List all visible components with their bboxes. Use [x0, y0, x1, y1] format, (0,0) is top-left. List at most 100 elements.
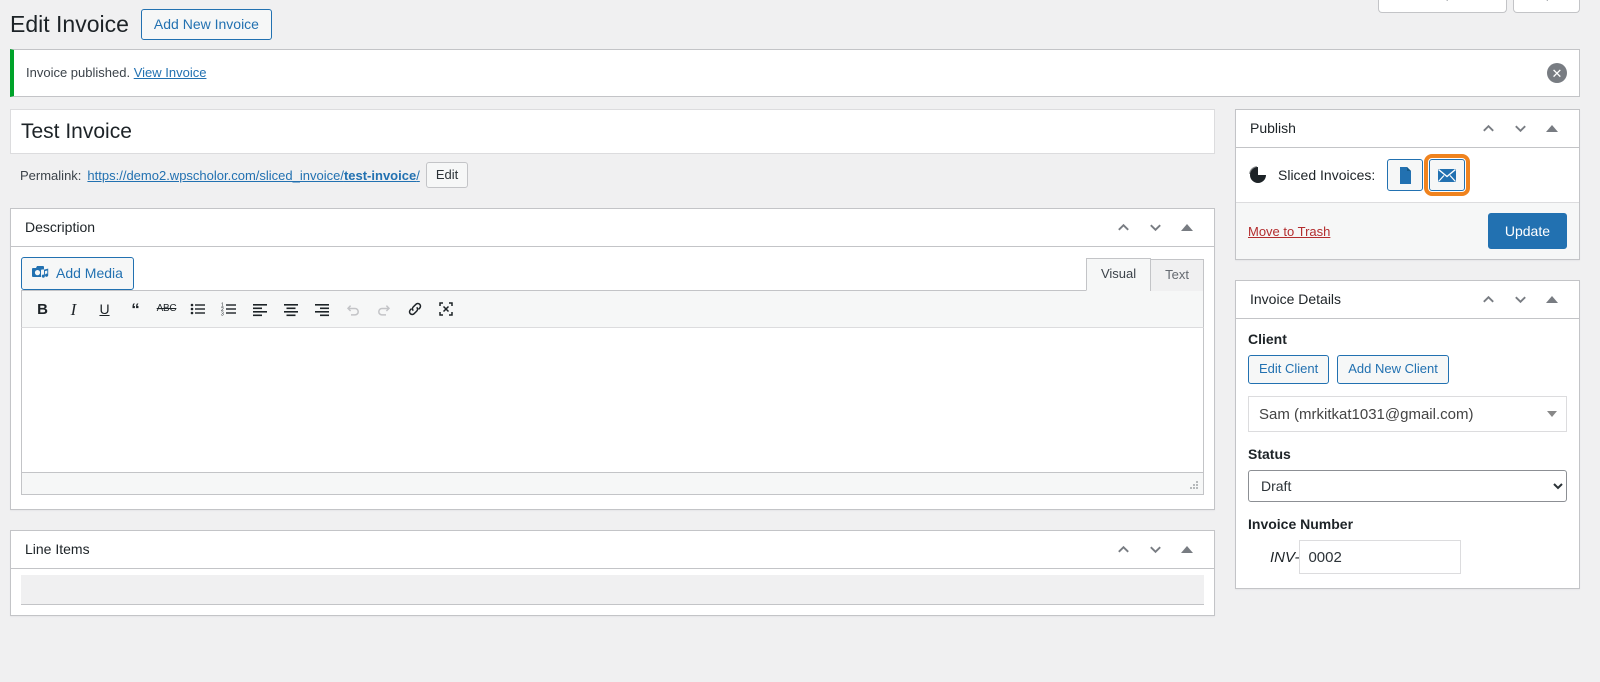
invoice-details-postbox: Invoice Details Client Edit Client Add N… [1235, 280, 1580, 589]
client-select-value: Sam (mrkitkat1031@gmail.com) [1259, 405, 1474, 423]
invoice-prefix-label: INV- [1270, 548, 1300, 566]
publish-actions-row: Move to Trash Update [1236, 203, 1579, 259]
align-right-icon[interactable] [307, 295, 336, 323]
sliced-invoices-row: Sliced Invoices: [1236, 148, 1579, 203]
line-items-postbox-title: Line Items [25, 540, 90, 557]
svg-text:3: 3 [221, 312, 224, 318]
notice-text: Invoice published. View Invoice [26, 63, 206, 83]
published-notice: Invoice published. View Invoice ✕ [10, 49, 1580, 97]
email-invoice-button[interactable] [1424, 154, 1471, 196]
notice-message: Invoice published. [26, 65, 131, 81]
client-label: Client [1248, 331, 1287, 347]
invoice-details-body: Client Edit Client Add New Client Sam (m… [1236, 319, 1579, 588]
bold-icon[interactable]: B [28, 295, 57, 323]
view-invoice-link[interactable]: View Invoice [134, 65, 207, 80]
add-new-client-button[interactable]: Add New Client [1337, 355, 1449, 384]
editor-tools: Add Media Visual Text [11, 247, 1214, 291]
chevron-down-icon: ▼ [1486, 0, 1496, 5]
publish-handle-actions [1473, 114, 1567, 144]
description-editor: Add Media Visual Text B I U “ ABC 1 2 3 [11, 247, 1214, 495]
numbered-list-icon[interactable]: 123 [214, 295, 243, 323]
chevron-down-icon: ▼ [1559, 0, 1569, 5]
invoice-number-label: Invoice Number [1248, 516, 1354, 532]
toggle-panel-icon[interactable] [1537, 114, 1567, 144]
close-icon[interactable]: ✕ [1547, 63, 1567, 83]
chevron-down-icon [1547, 411, 1557, 417]
publish-body: Sliced Invoices: Move to Trash Update [1236, 148, 1579, 259]
undo-icon[interactable] [338, 295, 367, 323]
description-handle-actions [1108, 213, 1202, 243]
update-button[interactable]: Update [1487, 213, 1567, 249]
invoice-number-row: INV- [1248, 540, 1567, 574]
line-items-body [11, 575, 1214, 615]
line-items-handle-actions [1108, 535, 1202, 565]
editor-content-area[interactable] [21, 328, 1204, 473]
fullscreen-icon[interactable] [431, 295, 460, 323]
strikethrough-icon[interactable]: ABC [152, 295, 181, 323]
move-up-icon[interactable] [1108, 535, 1138, 565]
resize-handle-icon [1190, 481, 1198, 489]
toggle-panel-icon[interactable] [1172, 535, 1202, 565]
line-items-table-header [21, 575, 1204, 605]
client-select[interactable]: Sam (mrkitkat1031@gmail.com) [1248, 396, 1567, 432]
screen-options-label: Screen Options [1391, 0, 1481, 5]
add-new-invoice-button[interactable]: Add New Invoice [140, 9, 272, 40]
media-icon [30, 263, 50, 283]
invoice-title-input[interactable] [10, 109, 1215, 154]
italic-icon[interactable]: I [59, 295, 88, 323]
move-down-icon[interactable] [1505, 114, 1535, 144]
invoice-details-postbox-header: Invoice Details [1236, 281, 1579, 319]
move-up-icon[interactable] [1473, 114, 1503, 144]
toggle-panel-icon[interactable] [1172, 213, 1202, 243]
page-header: Edit Invoice Add New Invoice [0, 0, 1600, 44]
line-items-postbox-header: Line Items [11, 531, 1214, 569]
underline-icon[interactable]: U [90, 295, 119, 323]
sliced-invoices-label: Sliced Invoices: [1278, 167, 1376, 183]
add-media-button[interactable]: Add Media [21, 257, 134, 290]
screen-options-button[interactable]: Screen Options ▼ [1377, 0, 1508, 13]
help-button[interactable]: Help ▼ [1513, 0, 1580, 13]
permalink-tail: / [416, 167, 420, 183]
description-postbox: Description Add Media Visual Text B I U … [10, 208, 1215, 510]
move-down-icon[interactable] [1140, 535, 1170, 565]
editor-status-bar [21, 473, 1204, 495]
blockquote-icon[interactable]: “ [121, 295, 150, 323]
move-to-trash-link[interactable]: Move to Trash [1248, 224, 1330, 239]
post-body-layout: Permalink: https://demo2.wpscholor.com/s… [0, 97, 1600, 616]
envelope-icon [1438, 168, 1457, 182]
move-down-icon[interactable] [1140, 213, 1170, 243]
editor-mode-tabs: Visual Text [1085, 257, 1204, 291]
sidebar-column: Publish Sliced Invoices: Move to Trash U… [1235, 109, 1580, 589]
screen-meta-links: Screen Options ▼ Help ▼ [1377, 0, 1580, 13]
permalink-base: https://demo2.wpscholor.com/sliced_invoi… [87, 167, 344, 183]
edit-permalink-button[interactable]: Edit [425, 162, 469, 188]
editor-toolbar: B I U “ ABC 123 [21, 290, 1204, 328]
status-label: Status [1248, 446, 1291, 462]
link-icon[interactable] [400, 295, 429, 323]
main-column: Permalink: https://demo2.wpscholor.com/s… [10, 109, 1215, 616]
redo-icon[interactable] [369, 295, 398, 323]
client-buttons: Edit Client Add New Client [1248, 355, 1567, 384]
document-icon [1399, 166, 1411, 184]
bullet-list-icon[interactable] [183, 295, 212, 323]
help-label: Help [1526, 0, 1553, 5]
align-center-icon[interactable] [276, 295, 305, 323]
invoice-number-input[interactable] [1299, 540, 1462, 574]
permalink-link[interactable]: https://demo2.wpscholor.com/sliced_invoi… [87, 168, 419, 183]
align-left-icon[interactable] [245, 295, 274, 323]
toggle-panel-icon[interactable] [1537, 285, 1567, 315]
move-up-icon[interactable] [1473, 285, 1503, 315]
page-title: Edit Invoice [10, 10, 129, 37]
tab-text[interactable]: Text [1150, 259, 1204, 291]
pie-chart-icon [1249, 166, 1266, 183]
status-select[interactable]: Draft [1248, 470, 1567, 502]
invoice-details-postbox-title: Invoice Details [1250, 290, 1342, 307]
permalink-label: Permalink: [20, 167, 82, 183]
preview-invoice-button[interactable] [1387, 159, 1424, 191]
move-down-icon[interactable] [1505, 285, 1535, 315]
tab-visual[interactable]: Visual [1085, 258, 1152, 291]
wp-admin-edit-invoice-screen: Screen Options ▼ Help ▼ Edit Invoice Add… [0, 0, 1600, 682]
publish-postbox-title: Publish [1250, 119, 1296, 136]
edit-client-button[interactable]: Edit Client [1248, 355, 1330, 384]
move-up-icon[interactable] [1108, 213, 1138, 243]
